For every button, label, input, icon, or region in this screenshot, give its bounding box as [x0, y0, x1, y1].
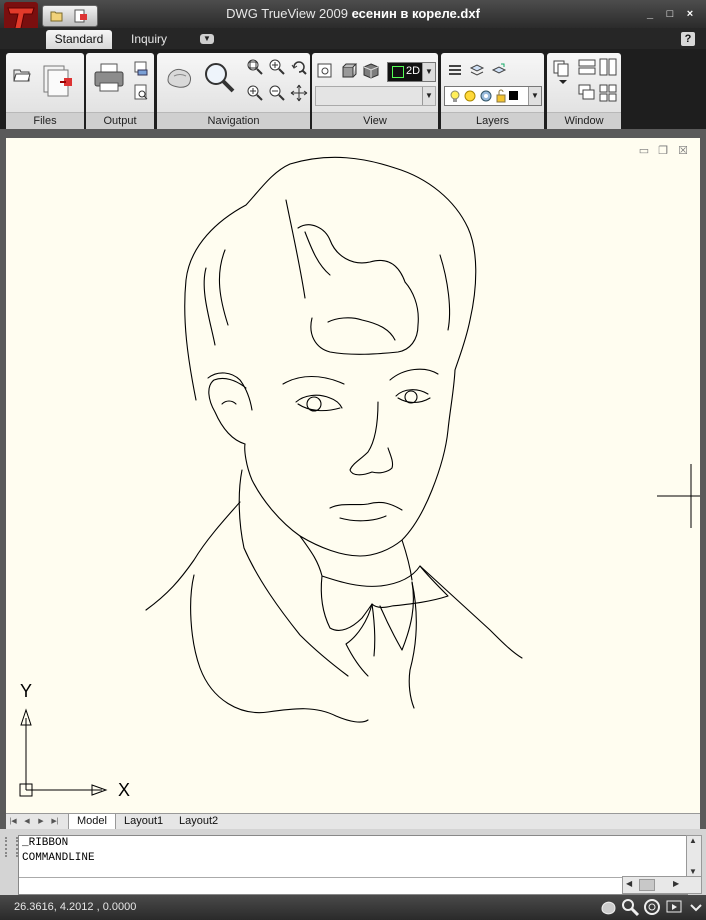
lock-icon: [495, 89, 507, 106]
shade-icon[interactable]: [339, 61, 359, 81]
first-tab-icon[interactable]: |◀: [8, 816, 18, 827]
tile-horizontal-icon[interactable]: [577, 57, 597, 77]
scroll-down-icon[interactable]: ▼: [689, 867, 697, 876]
crosshair-cursor-icon: [657, 464, 700, 528]
viewport-close-icon[interactable]: ☒: [677, 146, 689, 157]
layers-panel-title: Layers: [441, 112, 544, 129]
maximize-button[interactable]: □: [663, 7, 677, 21]
gear-icon: [479, 89, 493, 106]
ucs-y-label: Y: [20, 681, 33, 701]
files-panel: Files: [6, 53, 84, 129]
scroll-right-icon[interactable]: ▶: [673, 879, 679, 888]
chevron-down-icon: ▼: [422, 87, 435, 105]
pan-icon[interactable]: [598, 897, 618, 917]
visual-style-value: 2D: [406, 65, 421, 77]
sun-icon: [463, 89, 477, 106]
zoom-icon[interactable]: [620, 897, 640, 917]
window-panel-title: Window: [547, 112, 621, 129]
arrange-icon[interactable]: [598, 83, 618, 103]
close-button[interactable]: ×: [683, 7, 697, 21]
status-menu-icon[interactable]: [686, 897, 706, 917]
named-views-icon[interactable]: [315, 61, 335, 81]
minimize-button[interactable]: _: [643, 7, 657, 21]
command-input[interactable]: [19, 877, 687, 894]
dropdown-arrow-icon[interactable]: ▼: [200, 34, 214, 44]
view-panel-title: View: [312, 112, 438, 129]
zoom-window-icon[interactable]: [245, 57, 265, 77]
ucs-x-label: X: [118, 780, 131, 800]
layer-properties-icon[interactable]: [446, 61, 464, 79]
cascade-icon[interactable]: [577, 83, 597, 103]
zoom-in-icon[interactable]: [245, 83, 265, 103]
named-view-dropdown[interactable]: ▼: [315, 86, 436, 106]
command-vertical-scrollbar[interactable]: ▲ ▼: [686, 835, 702, 877]
tab-layout2[interactable]: Layout2: [171, 814, 226, 829]
layer-dropdown[interactable]: ▼: [444, 86, 542, 106]
scroll-left-icon[interactable]: ◀: [626, 879, 632, 888]
zoom-extents-icon[interactable]: [267, 57, 287, 77]
output-panel: Output: [86, 53, 154, 129]
zoom-realtime-icon[interactable]: [201, 59, 237, 95]
command-horizontal-scrollbar[interactable]: ◀ ▶: [622, 876, 702, 894]
tile-vertical-icon[interactable]: [598, 57, 618, 77]
layer-states-icon[interactable]: [468, 61, 486, 79]
plot-icon[interactable]: [92, 61, 126, 95]
last-tab-icon[interactable]: ▶|: [50, 816, 60, 827]
bulb-icon: [449, 89, 461, 106]
files-panel-title: Files: [6, 112, 84, 129]
viewport-restore-icon[interactable]: ❐: [657, 146, 669, 157]
view-panel: 2D ▼ ▼ View: [312, 53, 438, 129]
zoom-previous-icon[interactable]: [289, 57, 309, 77]
output-panel-title: Output: [86, 112, 154, 129]
showmotion-icon[interactable]: [664, 897, 684, 917]
tab-model[interactable]: Model: [68, 814, 116, 830]
zoom-out-icon[interactable]: [267, 83, 287, 103]
plot-preview-icon[interactable]: [132, 83, 150, 101]
layer-previous-icon[interactable]: [490, 61, 508, 79]
command-history-line: _RIBBON: [22, 837, 69, 849]
tab-standard[interactable]: Standard: [46, 30, 112, 49]
layout-tab-bar: |◀ ◀ ▶ ▶| Model Layout1 Layout2: [6, 813, 700, 830]
pan-icon[interactable]: [163, 61, 195, 95]
color-swatch-icon: [509, 91, 518, 100]
tab-layout1[interactable]: Layout1: [116, 814, 171, 829]
command-window: _RIBBON COMMANDLINE: [18, 835, 688, 895]
command-history-line: COMMANDLINE: [22, 852, 95, 864]
switch-windows-icon[interactable]: [551, 59, 573, 85]
prev-tab-icon[interactable]: ◀: [22, 816, 32, 827]
layers-panel: ▼ Layers: [441, 53, 544, 129]
window-panel: Window: [547, 53, 621, 129]
file-title: есенин в кореле.dxf: [351, 6, 480, 21]
app-title: DWG TrueView 2009: [226, 6, 348, 21]
grip-icon[interactable]: [5, 837, 18, 857]
coordinate-readout: 26.3616, 4.2012 , 0.0000: [14, 901, 137, 913]
visual-style-dropdown[interactable]: 2D ▼: [387, 62, 436, 82]
help-button[interactable]: ?: [681, 32, 695, 46]
chevron-down-icon: ▼: [422, 63, 435, 81]
navigation-panel: Navigation: [157, 53, 310, 129]
batch-publish-icon[interactable]: [40, 61, 76, 103]
orbit-icon[interactable]: [289, 83, 309, 103]
next-tab-icon[interactable]: ▶: [36, 816, 46, 827]
drawing-canvas[interactable]: Y X: [6, 138, 700, 813]
open-icon[interactable]: [12, 65, 32, 85]
tab-inquiry[interactable]: Inquiry: [118, 30, 180, 49]
scroll-up-icon[interactable]: ▲: [689, 836, 697, 845]
3d-box-icon[interactable]: [361, 61, 381, 81]
publish-icon[interactable]: [132, 59, 150, 77]
scroll-thumb[interactable]: [639, 879, 655, 891]
chevron-down-icon: ▼: [528, 87, 541, 105]
steering-wheel-icon[interactable]: [642, 897, 662, 917]
navigation-panel-title: Navigation: [157, 112, 310, 129]
viewport-minimize-icon[interactable]: ▭: [638, 146, 650, 157]
